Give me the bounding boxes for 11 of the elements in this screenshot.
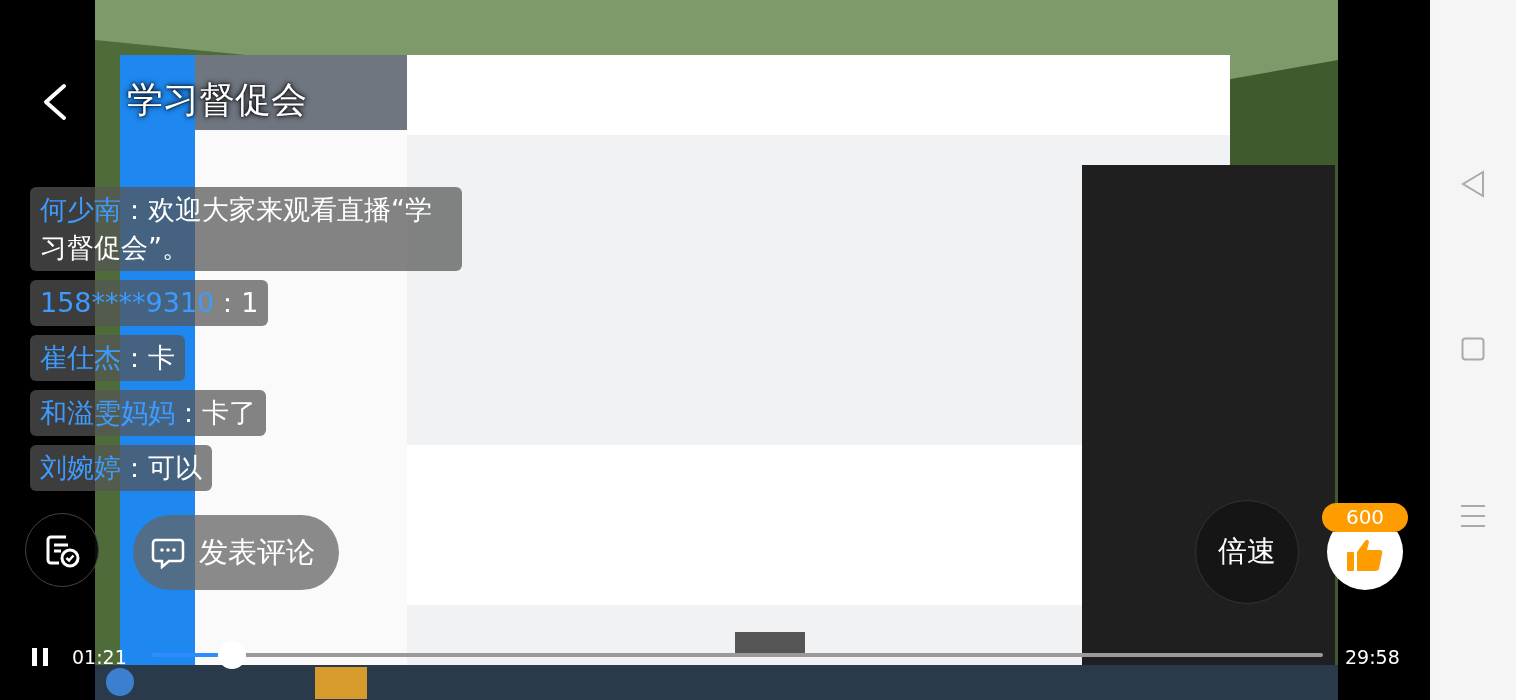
thumbs-up-icon xyxy=(1327,532,1403,590)
chat-icon xyxy=(151,536,185,569)
like-button[interactable]: 600 xyxy=(1322,503,1408,590)
comment-button[interactable]: 发表评论 xyxy=(133,515,339,590)
live-title: 学习督促会 xyxy=(127,78,307,122)
danmaku-comment: 刘婉婷：可以 xyxy=(30,445,212,491)
danmaku-comment: 158****9310：1 xyxy=(30,280,269,326)
danmaku-comment: 崔仕杰：卡 xyxy=(30,335,185,381)
danmaku-comment: 和溢雯妈妈：卡了 xyxy=(30,390,266,436)
danmaku-comment: 何少南：欢迎大家来观看直播“学习督促会”。 xyxy=(30,187,462,271)
total-time: 29:58 xyxy=(1345,645,1400,669)
